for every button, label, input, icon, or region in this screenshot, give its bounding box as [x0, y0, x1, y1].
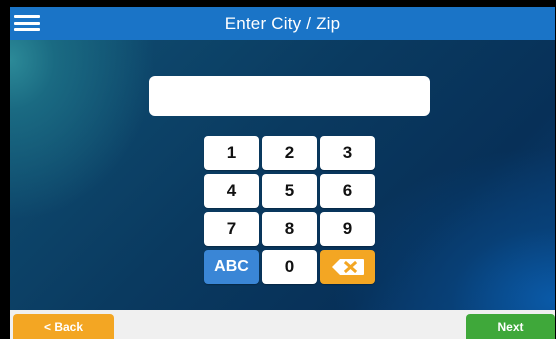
key-0[interactable]: 0 [262, 250, 317, 284]
abc-key[interactable]: ABC [204, 250, 259, 284]
footer-bar: < Back Next [10, 310, 555, 339]
key-2[interactable]: 2 [262, 136, 317, 170]
keypad-area: 1 2 3 4 5 6 7 8 9 ABC 0 [10, 40, 555, 310]
key-4[interactable]: 4 [204, 174, 259, 208]
key-8[interactable]: 8 [262, 212, 317, 246]
backspace-key[interactable] [320, 250, 375, 284]
backspace-icon [331, 259, 364, 275]
page-title: Enter City / Zip [224, 13, 341, 33]
key-9[interactable]: 9 [320, 212, 375, 246]
key-1[interactable]: 1 [204, 136, 259, 170]
key-6[interactable]: 6 [320, 174, 375, 208]
key-5[interactable]: 5 [262, 174, 317, 208]
header-bar: Enter City / Zip [10, 7, 555, 40]
key-3[interactable]: 3 [320, 136, 375, 170]
app-window: Enter City / Zip 1 2 3 4 5 6 7 8 9 ABC 0… [10, 7, 555, 339]
menu-icon[interactable] [14, 13, 40, 33]
back-button[interactable]: < Back [13, 314, 114, 339]
city-zip-input[interactable] [149, 76, 430, 116]
next-button[interactable]: Next [466, 314, 555, 339]
key-7[interactable]: 7 [204, 212, 259, 246]
